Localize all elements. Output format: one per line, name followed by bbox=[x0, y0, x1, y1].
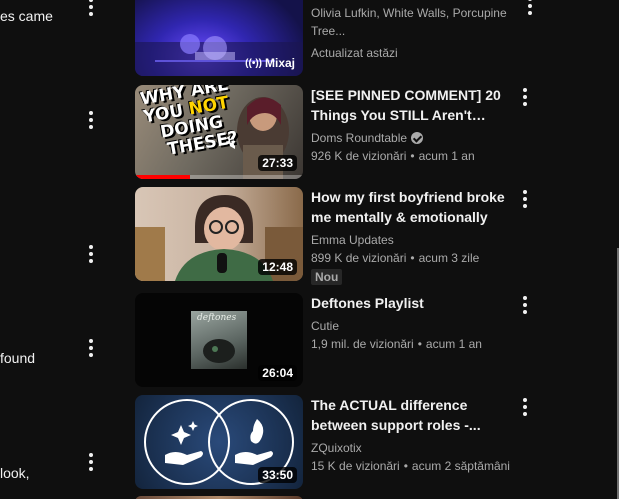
video-menu-icon[interactable] bbox=[515, 295, 535, 315]
page: es came found look, ((•)) Mixaj Olivia L… bbox=[0, 0, 619, 499]
view-count: 926 K de vizionări bbox=[311, 149, 407, 163]
comment-menu-icon[interactable] bbox=[81, 338, 101, 358]
broadcast-icon: ((•)) bbox=[245, 57, 262, 69]
comment-menu-icon[interactable] bbox=[81, 452, 101, 472]
mix-label: Mixaj bbox=[264, 56, 295, 70]
channel-name[interactable]: Olivia Lufkin, White Walls, Porcupine Tr… bbox=[311, 4, 513, 40]
video-title[interactable]: How my first boyfriend broke me mentally… bbox=[311, 187, 513, 227]
video-stats: 1,9 mil. de vizionări • acum 1 an bbox=[311, 335, 513, 353]
comment-text-fragment: es came bbox=[0, 8, 53, 24]
video-duration: 12:48 bbox=[258, 259, 297, 275]
video-stats: 926 K de vizionări • acum 1 an bbox=[311, 147, 513, 165]
upload-age: acum 1 an bbox=[425, 337, 482, 351]
video-menu-icon[interactable] bbox=[520, 0, 540, 16]
video-title[interactable]: [SEE PINNED COMMENT] 20 Things You STILL… bbox=[311, 85, 513, 125]
separator-dot: • bbox=[410, 149, 415, 163]
video-meta: The ACTUAL difference between support ro… bbox=[311, 395, 513, 475]
video-card[interactable]: 33:50 The ACTUAL difference between supp… bbox=[135, 395, 545, 489]
upload-age: acum 1 an bbox=[418, 149, 475, 163]
separator-dot: • bbox=[403, 459, 408, 473]
separator-dot: • bbox=[417, 337, 422, 351]
video-meta: Olivia Lufkin, White Walls, Porcupine Tr… bbox=[311, 4, 513, 62]
video-menu-icon[interactable] bbox=[515, 87, 535, 107]
view-count: 1,9 mil. de vizionări bbox=[311, 337, 414, 351]
video-stats: Actualizat astăzi bbox=[311, 46, 398, 60]
video-card[interactable]: WHY ARE YOU NOT DOING THESE? 27:33 [SEE … bbox=[135, 85, 545, 179]
view-count: 899 K de vizionări bbox=[311, 251, 407, 265]
cat-image bbox=[203, 339, 235, 363]
upload-age: acum 2 săptămâni bbox=[411, 459, 510, 473]
video-stats: 899 K de vizionări • acum 3 zile bbox=[311, 249, 513, 267]
video-card[interactable]: deftones 26:04 Deftones Playlist Cutie 1… bbox=[135, 293, 545, 387]
video-menu-icon[interactable] bbox=[515, 189, 535, 209]
channel-name[interactable]: Cutie bbox=[311, 317, 513, 335]
video-meta: How my first boyfriend broke me mentally… bbox=[311, 187, 513, 286]
comment-menu-icon[interactable] bbox=[81, 244, 101, 264]
video-duration: 33:50 bbox=[258, 467, 297, 483]
channel-name[interactable]: Doms Roundtable bbox=[311, 129, 407, 147]
channel-name[interactable]: Emma Updates bbox=[311, 231, 513, 249]
video-card[interactable]: 12:48 How my first boyfriend broke me me… bbox=[135, 187, 545, 285]
channel-name[interactable]: ZQuixotix bbox=[311, 439, 513, 457]
watch-progress-bar bbox=[135, 175, 191, 179]
video-menu-icon[interactable] bbox=[515, 397, 535, 417]
video-thumbnail[interactable]: 12:48 bbox=[135, 187, 303, 281]
video-duration: 26:04 bbox=[258, 365, 297, 381]
video-title[interactable]: The ACTUAL difference between support ro… bbox=[311, 395, 513, 435]
video-thumbnail[interactable]: deftones 26:04 bbox=[135, 293, 303, 387]
comment-menu-icon[interactable] bbox=[81, 0, 101, 17]
video-meta: Deftones Playlist Cutie 1,9 mil. de vizi… bbox=[311, 293, 513, 353]
separator-dot: • bbox=[410, 251, 415, 265]
comment-text-fragment: found bbox=[0, 350, 36, 366]
comment-text-fragment: look, bbox=[0, 465, 30, 481]
video-thumbnail[interactable]: ((•)) Mixaj bbox=[135, 0, 303, 76]
mix-badge: ((•)) Mixaj bbox=[245, 56, 295, 70]
video-card-mix[interactable]: ((•)) Mixaj Olivia Lufkin, White Walls, … bbox=[135, 0, 545, 76]
new-badge: Nou bbox=[311, 269, 343, 285]
view-count: 15 K de vizionări bbox=[311, 459, 400, 473]
verified-icon bbox=[411, 132, 424, 144]
channel-row: Doms Roundtable bbox=[311, 129, 513, 147]
upload-age: acum 3 zile bbox=[418, 251, 480, 265]
video-thumbnail[interactable]: 33:50 bbox=[135, 395, 303, 489]
video-thumbnail[interactable]: WHY ARE YOU NOT DOING THESE? 27:33 bbox=[135, 85, 303, 179]
video-meta: [SEE PINNED COMMENT] 20 Things You STILL… bbox=[311, 85, 513, 165]
video-title[interactable]: Deftones Playlist bbox=[311, 293, 513, 313]
video-stats: 15 K de vizionări • acum 2 săptămâni bbox=[311, 457, 513, 475]
comment-menu-icon[interactable] bbox=[81, 110, 101, 130]
album-cover-image: deftones bbox=[191, 311, 247, 369]
video-duration: 27:33 bbox=[258, 155, 297, 171]
